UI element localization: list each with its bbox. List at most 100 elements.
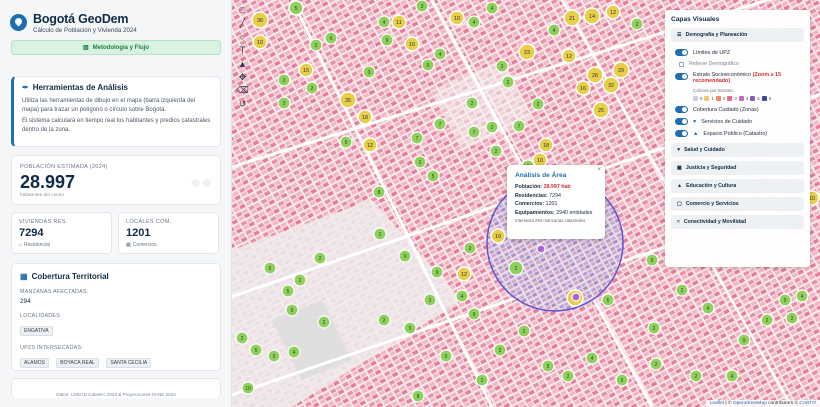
leaflet-link[interactable]: Leaflet: [710, 401, 724, 406]
svg-text:12: 12: [566, 54, 572, 60]
svg-text:15: 15: [303, 68, 309, 74]
toggle-care-services[interactable]: [675, 118, 688, 125]
svg-text:18: 18: [362, 115, 368, 121]
svg-text:23: 23: [524, 50, 530, 56]
strata-colors-label: Colores por Estrato:: [693, 88, 734, 93]
blocks-label: MANZANAS AFECTADAS:: [20, 289, 89, 295]
toggle-public-space[interactable]: [675, 130, 688, 137]
carto-link[interactable]: CARTO: [799, 401, 816, 406]
svg-text:10: 10: [537, 158, 543, 164]
svg-text:2: 2: [499, 348, 502, 354]
svg-text:10: 10: [454, 16, 460, 22]
svg-text:4: 4: [801, 294, 804, 300]
svg-text:9: 9: [404, 254, 407, 260]
draw-circle-icon[interactable]: ○: [236, 31, 249, 43]
svg-text:3: 3: [421, 4, 424, 10]
svg-text:21: 21: [569, 16, 575, 22]
svg-text:2: 2: [299, 278, 302, 284]
methodology-button-label: Metodología y Flujo: [92, 44, 149, 51]
svg-text:2: 2: [537, 102, 540, 108]
close-icon[interactable]: ×: [597, 167, 601, 173]
relief-label: Relieve Demográfico: [689, 61, 740, 67]
toggle-upz-limits[interactable]: [675, 49, 688, 56]
checkbox-relief[interactable]: [679, 61, 684, 67]
svg-text:10: 10: [245, 386, 251, 392]
strata-level: 4: [745, 96, 749, 101]
svg-text:2: 2: [655, 362, 658, 368]
svg-text:5: 5: [255, 348, 258, 354]
svg-text:4: 4: [707, 306, 710, 312]
svg-text:4: 4: [591, 356, 594, 362]
svg-text:25: 25: [598, 108, 604, 114]
svg-text:2: 2: [495, 149, 498, 155]
rotate-tool-icon[interactable]: ↺: [236, 99, 249, 111]
svg-text:9: 9: [743, 338, 746, 344]
population-note: habitantes del censo: [20, 193, 65, 198]
svg-text:2: 2: [241, 336, 244, 342]
group-justice[interactable]: ▦ Justicia y Seguridad: [671, 161, 804, 175]
group-connectivity[interactable]: ≈ Conectividad y Movilidad: [671, 215, 804, 229]
svg-text:2: 2: [311, 86, 314, 92]
popup-pop-value: 28.997 hab: [543, 184, 571, 190]
territory-title: Cobertura Territorial: [31, 272, 109, 281]
group-education[interactable]: ▲ Educación y Cultura: [671, 179, 804, 193]
svg-text:8: 8: [378, 190, 381, 196]
svg-text:6: 6: [607, 298, 610, 304]
sidebar: Bogotá GeoDem Cálculo de Población y Viv…: [0, 0, 232, 407]
housing-foot: Residencial: [24, 242, 50, 248]
svg-text:18: 18: [543, 143, 549, 149]
housing-stat: VIVIENDAS RES. 7294 ⌂ Residencial: [11, 212, 112, 254]
text-tool-icon[interactable]: T: [236, 45, 249, 57]
svg-text:5: 5: [294, 6, 297, 12]
strata-level: 6: [768, 96, 772, 101]
group-health[interactable]: ♥ Salud y Cuidado: [671, 143, 804, 157]
svg-text:35: 35: [345, 98, 351, 104]
svg-text:2: 2: [791, 316, 794, 322]
toggle-strata[interactable]: [675, 73, 688, 80]
public-space-label: Espacio Público (Catastro): [703, 130, 768, 137]
svg-text:4: 4: [439, 52, 442, 58]
svg-text:4: 4: [461, 294, 464, 300]
svg-text:2: 2: [766, 318, 769, 324]
group-justice-label: Justicia y Seguridad: [685, 165, 737, 171]
strata-level: 0: [700, 96, 703, 101]
svg-text:29: 29: [618, 68, 624, 74]
analysis-tools-text: Utiliza las herramientas de dibujo en el…: [22, 98, 196, 113]
svg-text:14: 14: [589, 14, 595, 20]
draw-polygon-icon[interactable]: □: [236, 4, 249, 16]
draw-line-icon[interactable]: ╱: [236, 18, 249, 30]
svg-text:7: 7: [439, 122, 442, 128]
osm-link[interactable]: OpenStreetMap: [733, 401, 767, 406]
strata-level: 5: [757, 96, 760, 101]
group-commerce[interactable]: ▢ Comercio y Servicios: [671, 197, 804, 211]
app-subtitle: Cálculo de Población y Vivienda 2024: [33, 27, 137, 34]
group-demography[interactable]: ☰ Demografía y Planeación: [671, 28, 804, 42]
svg-text:2: 2: [419, 160, 422, 166]
commercial-stat: LOCALES COM. 1201 ▦ Comercios: [118, 212, 219, 254]
methodology-button[interactable]: ▧ Metodología y Flujo: [11, 40, 221, 55]
erase-tool-icon[interactable]: ⌫: [236, 85, 249, 97]
svg-text:2: 2: [695, 374, 698, 380]
svg-text:2: 2: [636, 22, 639, 28]
move-tool-icon[interactable]: ✥: [236, 72, 249, 84]
popup-com-label: Comercios:: [515, 201, 545, 207]
popup-title: Análisis de Área: [515, 172, 567, 179]
svg-text:4: 4: [383, 20, 386, 26]
heart-icon: ♥: [693, 118, 697, 125]
svg-text:5: 5: [427, 63, 430, 69]
home-icon: ⌂: [19, 242, 23, 248]
popup-note: Intersecta 294 manzanas catastrales: [515, 217, 586, 223]
svg-text:2: 2: [507, 80, 510, 86]
wifi-icon: ≈: [677, 219, 680, 225]
population-label: POBLACIÓN ESTIMADA (2024): [20, 164, 108, 170]
toggle-care-coverage[interactable]: [675, 106, 688, 113]
marker-tool-icon[interactable]: ▲: [236, 58, 249, 70]
popup-pop-label: Población:: [515, 184, 543, 190]
svg-text:12: 12: [461, 272, 467, 278]
app-title: Bogotá GeoDem: [33, 12, 129, 26]
locality-tag: ENGATIVA: [20, 326, 53, 336]
svg-text:12: 12: [367, 143, 373, 149]
svg-text:3: 3: [429, 298, 432, 304]
housing-label: VIVIENDAS RES.: [19, 219, 68, 225]
layers-panel: Capas Visuales ☰ Demografía y Planeación…: [665, 10, 810, 267]
